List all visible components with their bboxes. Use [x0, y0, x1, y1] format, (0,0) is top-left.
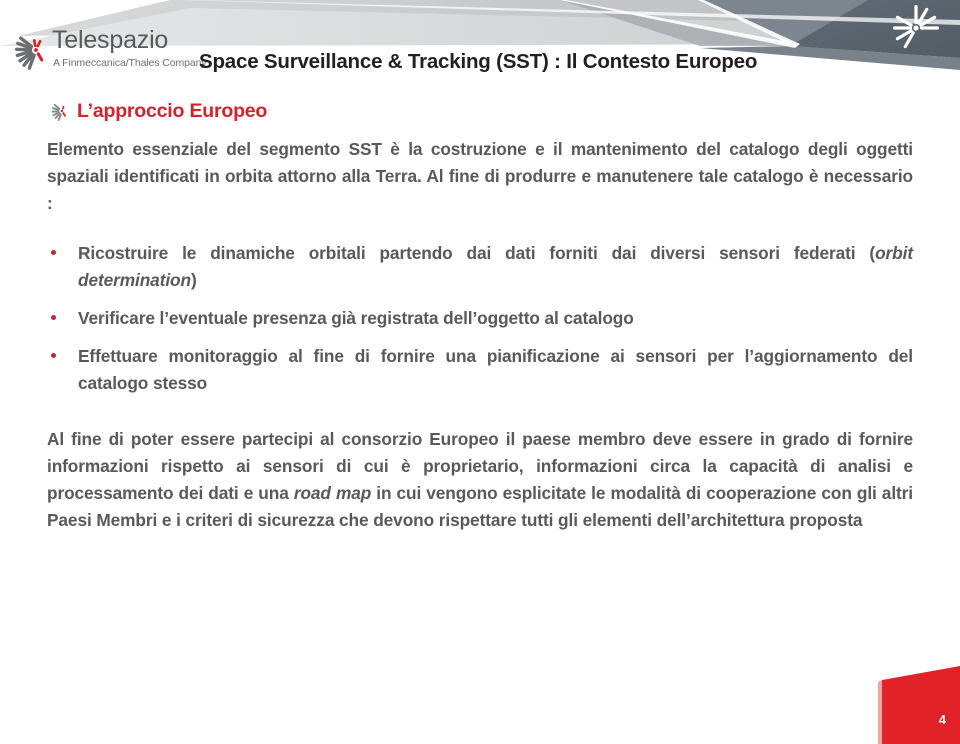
facet-dark: [790, 0, 960, 58]
telespazio-logo: Telespazio A Finmeccanica/Thales Company: [6, 26, 207, 78]
section-fan-icon: [51, 103, 66, 121]
bullet-list: Ricostruire le dinamiche orbitali parten…: [47, 240, 913, 397]
bullet-marker-icon: [51, 250, 56, 255]
list-item: Effettuare monitoraggio al fine di forni…: [47, 343, 913, 397]
ray-white-1: [560, 0, 800, 48]
list-item-text: Effettuare monitoraggio al fine di forni…: [78, 346, 913, 393]
page-number-marker: [878, 666, 960, 744]
list-item-text-tail: ): [190, 270, 197, 290]
slide-body: Elemento essenziale del segmento SST è l…: [47, 136, 913, 534]
logo-wordmark: Telespazio: [52, 26, 169, 54]
closing-emphasis: road map: [293, 483, 372, 503]
page-title: Space Surveillance & Tracking (SST) : Il…: [199, 50, 758, 73]
bullet-marker-icon: [51, 315, 56, 320]
list-item-text: Verificare l’eventuale presenza già regi…: [78, 308, 634, 328]
telespazio-fan-icon: [15, 36, 44, 70]
page-number: 4: [938, 712, 946, 727]
bullet-marker-icon: [51, 353, 56, 358]
section-heading-label: L’approccio Europeo: [77, 99, 268, 122]
section-heading: L’approccio Europeo: [47, 98, 267, 124]
list-item: Ricostruire le dinamiche orbitali parten…: [47, 240, 913, 294]
ray-white-2: [698, 0, 800, 47]
slide-canvas: Telespazio A Finmeccanica/Thales Company…: [0, 0, 960, 744]
ray-white-3: [185, 0, 960, 25]
facet-light: [560, 0, 800, 46]
page-marker-shape: [882, 666, 960, 744]
logo-tagline: A Finmeccanica/Thales Company: [53, 57, 207, 69]
banner-fan-icon: [893, 5, 939, 49]
page-marker-edge: [878, 680, 882, 744]
facet-mid: [700, 0, 868, 46]
list-item: Verificare l’eventuale presenza già regi…: [47, 305, 913, 332]
lead-paragraph: Elemento essenziale del segmento SST è l…: [47, 139, 913, 213]
closing-paragraph: Al fine di poter essere partecipi al con…: [47, 426, 913, 534]
list-item-text: Ricostruire le dinamiche orbitali parten…: [78, 243, 876, 263]
